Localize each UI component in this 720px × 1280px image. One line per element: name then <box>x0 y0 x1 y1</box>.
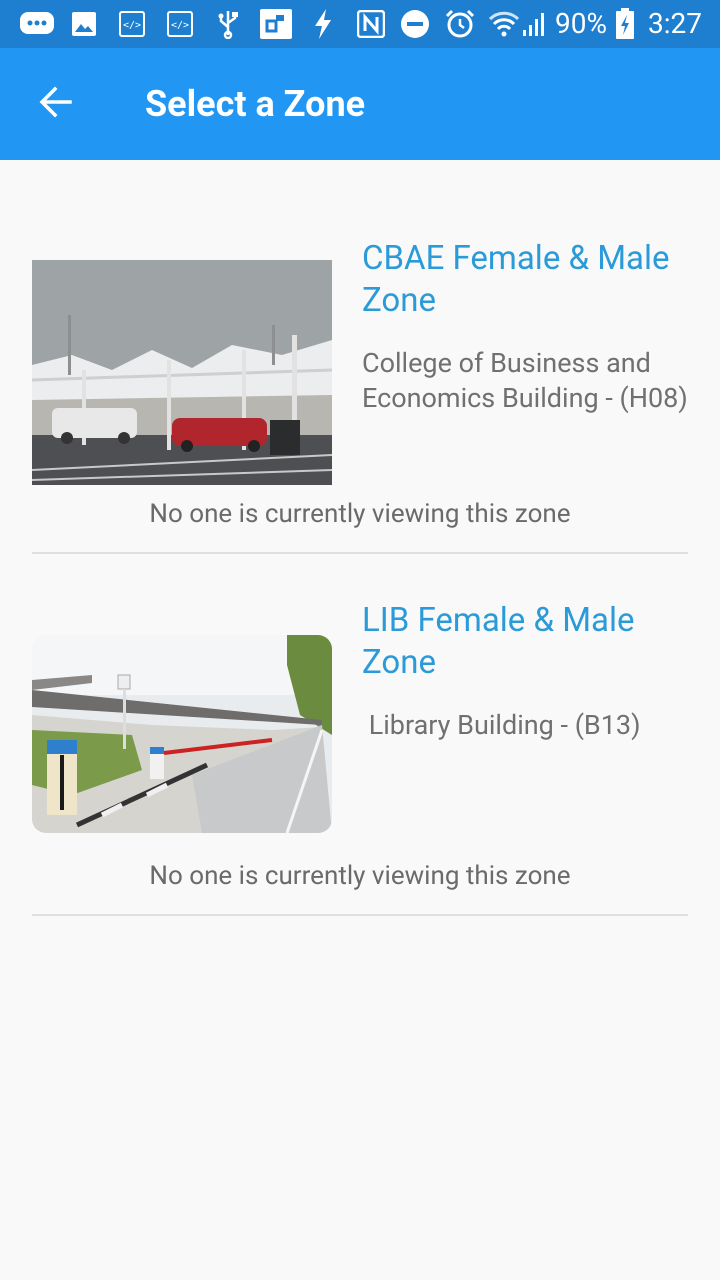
zone-image-lib <box>32 635 332 833</box>
message-icon <box>18 8 56 40</box>
zone-title: CBAE Female & Male Zone <box>362 239 670 320</box>
zone-viewing-status: No one is currently viewing this zone <box>149 499 571 529</box>
zone-image-cbae <box>32 260 332 485</box>
svg-text:</>: </> <box>123 20 141 31</box>
divider <box>32 914 688 916</box>
cast-icon <box>258 8 294 40</box>
nfc-icon <box>356 8 386 40</box>
code-icon: </> <box>166 8 194 40</box>
zone-item-lib[interactable]: LIB Female & Male Zone Library Building … <box>0 592 720 916</box>
code-icon: </> <box>118 8 146 40</box>
app-bar: Select a Zone <box>0 48 720 160</box>
flash-icon <box>310 8 336 40</box>
dnd-icon <box>400 8 430 40</box>
usb-icon <box>214 8 242 40</box>
back-button[interactable] <box>24 76 88 132</box>
clock: 3:27 <box>648 7 702 40</box>
svg-text:</>: </> <box>171 20 189 31</box>
wifi-icon <box>488 8 520 40</box>
zone-title: LIB Female & Male Zone <box>362 601 635 682</box>
battery-charging-icon <box>614 8 636 40</box>
arrow-back-icon <box>38 84 74 124</box>
zone-viewing-status: No one is currently viewing this zone <box>149 861 571 891</box>
zone-building: Library Building - (B13) <box>362 709 641 741</box>
battery-percent: 90% <box>555 7 607 40</box>
zone-building: College of Business and Economics Buildi… <box>362 347 688 414</box>
signal-icon <box>520 8 548 40</box>
status-bar: </> </> 90% 3:27 <box>0 0 720 48</box>
page-title: Select a Zone <box>145 83 366 125</box>
zone-item-cbae[interactable]: CBAE Female & Male Zone College of Busin… <box>0 230 720 554</box>
divider <box>32 552 688 554</box>
image-icon <box>70 8 98 40</box>
alarm-icon <box>444 8 476 40</box>
